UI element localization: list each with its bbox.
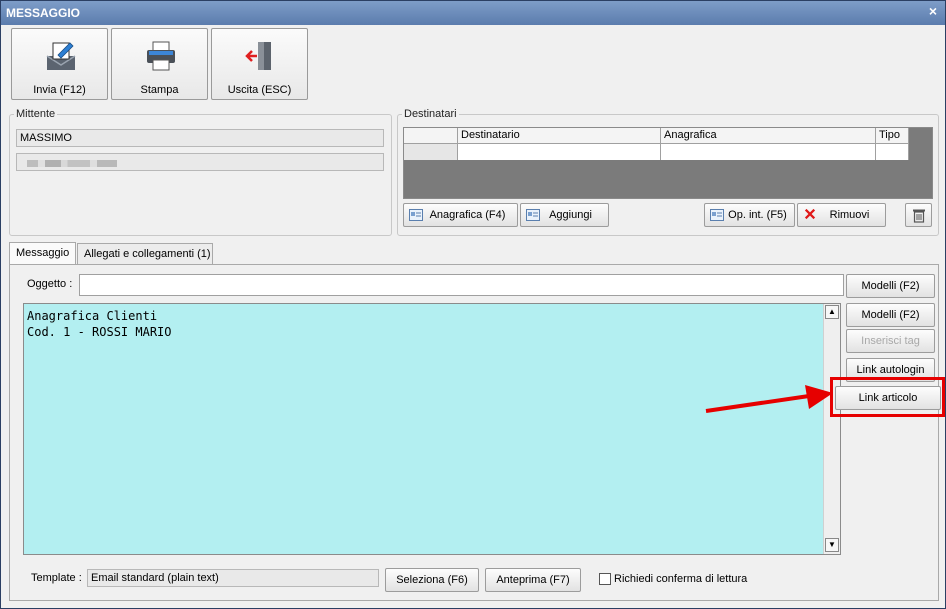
send-button-label: Invia (F12) (33, 84, 86, 96)
send-mail-icon (46, 42, 76, 70)
window-title: MESSAGGIO (6, 6, 81, 20)
recipients-grid[interactable]: Destinatario Anagrafica Tipo (403, 127, 933, 199)
sender-legend: Mittente (16, 108, 56, 120)
exit-button[interactable]: Uscita (ESC) (211, 28, 308, 100)
close-icon[interactable]: × (929, 3, 937, 19)
highlight-box-annotation (830, 377, 945, 417)
row-selector[interactable] (404, 144, 458, 160)
sender-name-field[interactable]: MASSIMO (16, 129, 384, 147)
recipients-legend: Destinatari (404, 108, 457, 120)
column-header-tipo[interactable]: Tipo (876, 128, 909, 144)
inserisci-tag-button[interactable]: Inserisci tag (846, 329, 935, 353)
seleziona-button[interactable]: Seleziona (F6) (385, 568, 479, 592)
delete-button[interactable] (905, 203, 932, 227)
address-card-icon (526, 209, 540, 221)
aggiungi-button[interactable]: Aggiungi (520, 203, 609, 227)
trash-icon (913, 209, 925, 223)
sender-group: Mittente (9, 108, 392, 236)
title-bar: MESSAGGIO × (1, 1, 945, 25)
grid-row-header-cell (404, 128, 458, 144)
table-row[interactable] (404, 144, 909, 160)
anteprima-button[interactable]: Anteprima (F7) (485, 568, 581, 592)
read-receipt-label[interactable]: Richiedi conferma di lettura (614, 573, 747, 585)
scroll-up-arrow-icon[interactable]: ▲ (825, 305, 839, 319)
anagrafica-button[interactable]: Anagrafica (F4) (403, 203, 518, 227)
modelli-button[interactable]: Modelli (F2) (846, 303, 935, 327)
aggiungi-button-label: Aggiungi (549, 209, 592, 221)
redacted-email (27, 160, 117, 167)
rimuovi-button[interactable]: Rimuovi (797, 203, 886, 227)
print-button[interactable]: Stampa (111, 28, 208, 100)
message-body-text: Anagrafica Clienti Cod. 1 - ROSSI MARIO (27, 308, 172, 340)
sender-email-field[interactable] (16, 153, 384, 171)
address-card-icon (710, 209, 724, 221)
op-int-button-label: Op. int. (F5) (728, 209, 787, 221)
column-header-destinatario[interactable]: Destinatario (458, 128, 661, 144)
exit-door-icon (245, 42, 271, 70)
cell-tipo[interactable] (876, 144, 909, 160)
cell-anagrafica[interactable] (661, 144, 876, 160)
red-arrow-annotation (705, 385, 833, 413)
vertical-scrollbar[interactable]: ▲ ▼ (823, 304, 840, 554)
red-x-icon (804, 208, 816, 220)
scroll-down-arrow-icon[interactable]: ▼ (825, 538, 839, 552)
grid-header: Destinatario Anagrafica Tipo (404, 128, 909, 144)
send-button[interactable]: Invia (F12) (11, 28, 108, 100)
subject-input[interactable] (79, 274, 844, 296)
body-line: Cod. 1 - ROSSI MARIO (27, 325, 172, 339)
print-button-label: Stampa (140, 84, 179, 96)
message-body-textarea[interactable]: Anagrafica Clienti Cod. 1 - ROSSI MARIO … (23, 303, 841, 555)
exit-button-label: Uscita (ESC) (227, 84, 292, 96)
anagrafica-button-label: Anagrafica (F4) (429, 209, 506, 221)
printer-icon (147, 41, 175, 71)
cell-destinatario[interactable] (458, 144, 661, 160)
body-line: Anagrafica Clienti (27, 309, 158, 323)
column-header-anagrafica[interactable]: Anagrafica (661, 128, 876, 144)
template-label: Template : (31, 572, 82, 584)
tab-messaggio[interactable]: Messaggio (9, 242, 76, 266)
message-window: MESSAGGIO × Invia (F12) Stampa Uscita (E… (0, 0, 946, 609)
modelli-top-button[interactable]: Modelli (F2) (846, 274, 935, 298)
template-field[interactable]: Email standard (plain text) (87, 569, 379, 587)
rimuovi-button-label: Rimuovi (829, 209, 870, 221)
tab-allegati[interactable]: Allegati e collegamenti (1) (77, 243, 213, 265)
address-card-icon (409, 209, 423, 221)
subject-label: Oggetto : (27, 278, 73, 290)
read-receipt-checkbox[interactable] (599, 573, 611, 585)
op-int-button[interactable]: Op. int. (F5) (704, 203, 795, 227)
